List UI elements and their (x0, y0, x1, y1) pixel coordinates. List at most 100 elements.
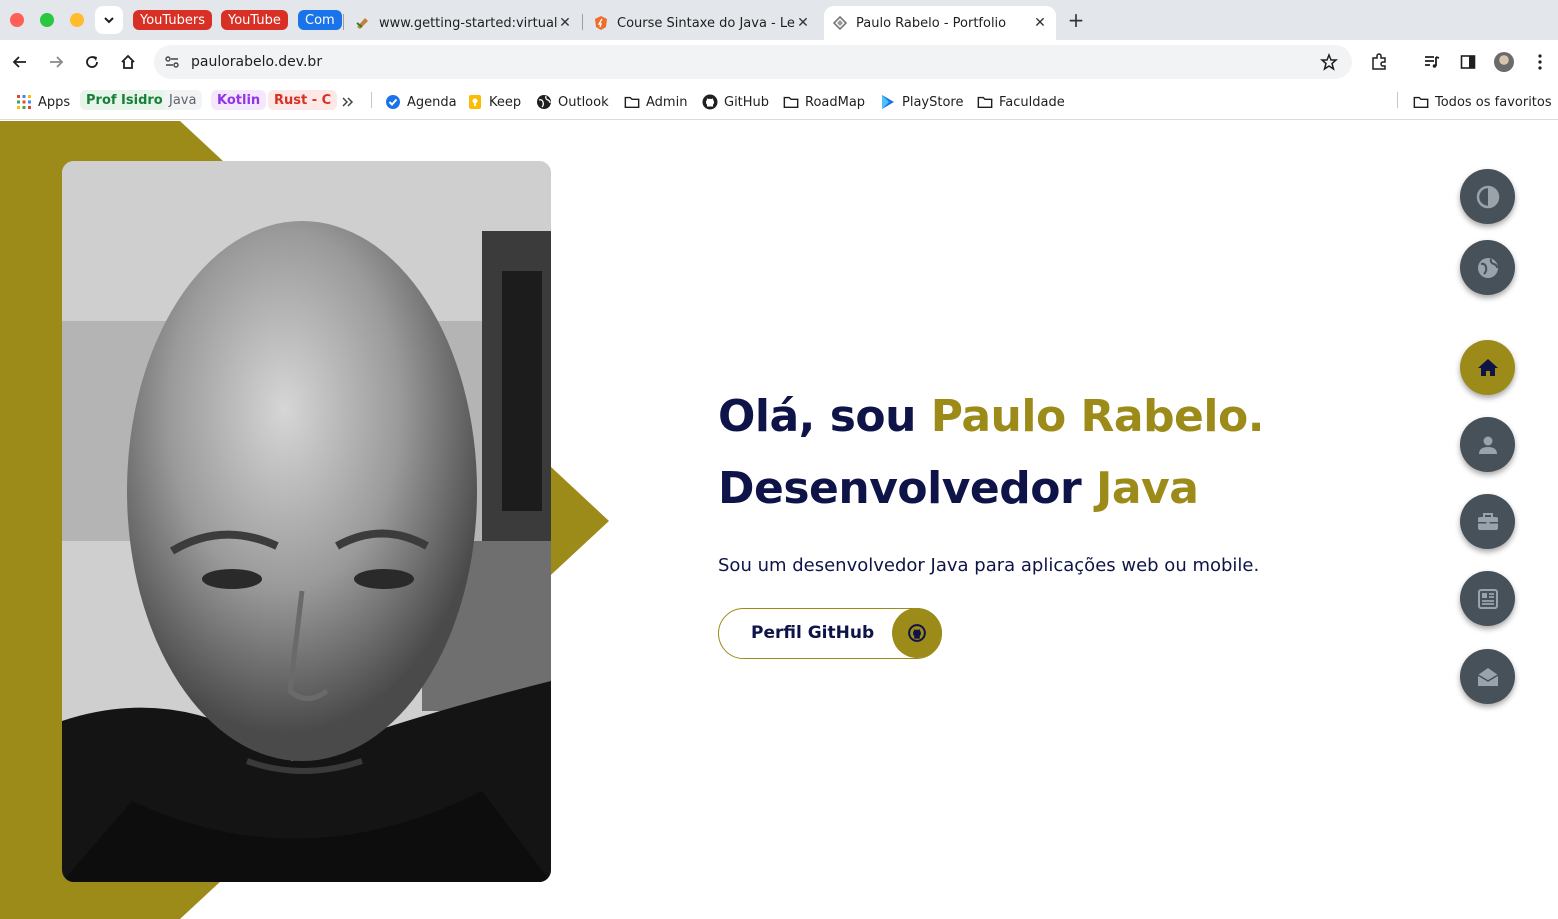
tab-course-sintaxe[interactable]: Course Sintaxe do Java - Lec ✕ (593, 6, 811, 40)
nav-contact-button[interactable] (1460, 649, 1515, 704)
tab-group-youtubers[interactable]: YouTubers (133, 10, 212, 30)
globe-icon (536, 94, 552, 110)
browser-menu-button[interactable] (1528, 50, 1552, 74)
user-icon (1478, 436, 1497, 454)
github-icon (702, 94, 718, 110)
home-button[interactable] (116, 50, 140, 74)
folder-icon (977, 94, 993, 110)
role-typed-text: Java (1095, 463, 1199, 514)
browser-toolbar: paulorabelo.dev.br (0, 40, 1558, 84)
reload-icon (86, 56, 98, 68)
maximize-window-button[interactable] (40, 13, 54, 27)
close-tab-icon[interactable]: ✕ (1032, 15, 1048, 31)
bookmark-agenda[interactable]: Agenda (385, 92, 457, 112)
nav-portfolio-button[interactable] (1460, 494, 1515, 549)
url-text[interactable]: paulorabelo.dev.br (191, 54, 322, 70)
language-button[interactable] (1460, 240, 1515, 295)
tab-getting-started[interactable]: www.getting-started:virtual ✕ (355, 6, 573, 40)
newspaper-icon (1477, 588, 1498, 609)
hero-name: Paulo Rabelo. (930, 391, 1265, 442)
bookmark-keep[interactable]: Keep (467, 92, 521, 112)
bookmark-label: GitHub (724, 94, 770, 110)
tab-title: www.getting-started:virtual (379, 15, 557, 31)
tab-strip: YouTubers YouTube Com www.getting-starte… (0, 0, 1558, 40)
portfolio-page: Olá, sou Paulo Rabelo. Desenvolvedor Jav… (0, 121, 1558, 919)
back-button[interactable] (8, 50, 32, 74)
tab-search-button[interactable] (95, 6, 123, 34)
bookmark-label: Outlook (558, 94, 609, 110)
folder-icon (1413, 94, 1429, 110)
bookmark-label: PlayStore (902, 94, 964, 110)
github-profile-button[interactable]: Perfil GitHub (718, 608, 942, 659)
bookmark-outlook[interactable]: Outlook (536, 92, 609, 112)
tab-favicon-icon (355, 15, 371, 31)
bookmark-playstore[interactable]: PlayStore (880, 92, 963, 112)
reading-list-button[interactable] (1420, 50, 1444, 74)
nav-blog-button[interactable] (1460, 571, 1515, 626)
bookmark-label: RoadMap (805, 94, 866, 110)
bookmark-group-java[interactable]: Java (163, 90, 203, 110)
briefcase-icon (1477, 512, 1498, 530)
media-list-icon (1425, 56, 1440, 68)
close-window-button[interactable] (10, 13, 24, 27)
bookmark-group-prof-isidro[interactable]: Prof Isidro (80, 90, 169, 110)
side-panel-icon (1460, 55, 1476, 69)
tab-group-com[interactable]: Com (298, 10, 342, 30)
bookmark-all-favorites[interactable]: Todos os favoritos (1413, 92, 1552, 112)
tab-group-youtube[interactable]: YouTube (221, 10, 288, 30)
new-tab-button[interactable]: + (1066, 8, 1086, 32)
site-info-icon[interactable] (164, 54, 180, 70)
bookmark-faculdade[interactable]: Faculdade (977, 92, 1065, 112)
kebab-menu-icon (1538, 54, 1542, 70)
theme-toggle-button[interactable] (1460, 169, 1515, 224)
arrow-right-icon (50, 56, 64, 68)
minimize-window-button[interactable] (70, 13, 84, 27)
globe-icon (1477, 257, 1498, 278)
hero-description: Sou um desenvolvedor Java para aplicaçõe… (718, 555, 1260, 576)
bookmark-label: Todos os favoritos (1435, 94, 1552, 110)
bookmark-star-icon[interactable] (1320, 53, 1338, 71)
nav-home-button[interactable] (1460, 340, 1515, 395)
extensions-button[interactable] (1367, 50, 1391, 74)
forward-button[interactable] (44, 50, 68, 74)
home-icon (121, 54, 135, 69)
bookmark-group-rust-c[interactable]: Rust - C (268, 90, 338, 110)
profile-avatar[interactable] (1494, 52, 1514, 72)
address-bar[interactable]: paulorabelo.dev.br (154, 45, 1352, 79)
close-tab-icon[interactable]: ✕ (557, 15, 573, 31)
bookmark-label: Keep (489, 94, 522, 110)
github-button-label: Perfil GitHub (751, 623, 875, 643)
tab-favicon-icon (832, 15, 848, 31)
folder-icon (783, 94, 799, 110)
envelope-open-icon (1477, 667, 1498, 686)
contrast-icon (1476, 185, 1499, 208)
tab-paulo-rabelo-portfolio[interactable]: Paulo Rabelo - Portfolio ✕ (824, 6, 1056, 40)
puzzle-icon (1372, 53, 1386, 70)
tab-title: Paulo Rabelo - Portfolio (856, 15, 1007, 31)
bookmark-github[interactable]: GitHub (702, 92, 769, 112)
greeting-text: Olá, sou (718, 391, 931, 442)
bookmark-roadmap[interactable]: RoadMap (783, 92, 865, 112)
apps-grid-icon (16, 94, 32, 110)
home-icon (1477, 358, 1498, 376)
side-panel-button[interactable] (1456, 50, 1480, 74)
bookmark-overflow-button[interactable] (340, 92, 362, 112)
bookmark-label: Faculdade (999, 94, 1065, 110)
arrow-left-icon (12, 56, 26, 68)
github-icon (892, 608, 942, 658)
bookmark-group-kotlin[interactable]: Kotlin (211, 90, 267, 110)
close-tab-icon[interactable]: ✕ (795, 15, 811, 31)
bookmark-apps[interactable]: Apps (16, 92, 70, 112)
bookmark-label: Agenda (407, 94, 457, 110)
keep-icon (467, 94, 483, 110)
hero-role: Desenvolvedor Java (718, 463, 1206, 514)
profile-photo (62, 161, 551, 882)
nav-about-button[interactable] (1460, 417, 1515, 472)
playstore-icon (880, 94, 896, 110)
hero-greeting: Olá, sou Paulo Rabelo. (718, 391, 1264, 442)
chevron-down-icon (104, 17, 114, 24)
calendar-check-icon (385, 94, 401, 110)
role-prefix: Desenvolvedor (718, 463, 1096, 514)
reload-button[interactable] (80, 50, 104, 74)
bookmark-admin[interactable]: Admin (624, 92, 687, 112)
